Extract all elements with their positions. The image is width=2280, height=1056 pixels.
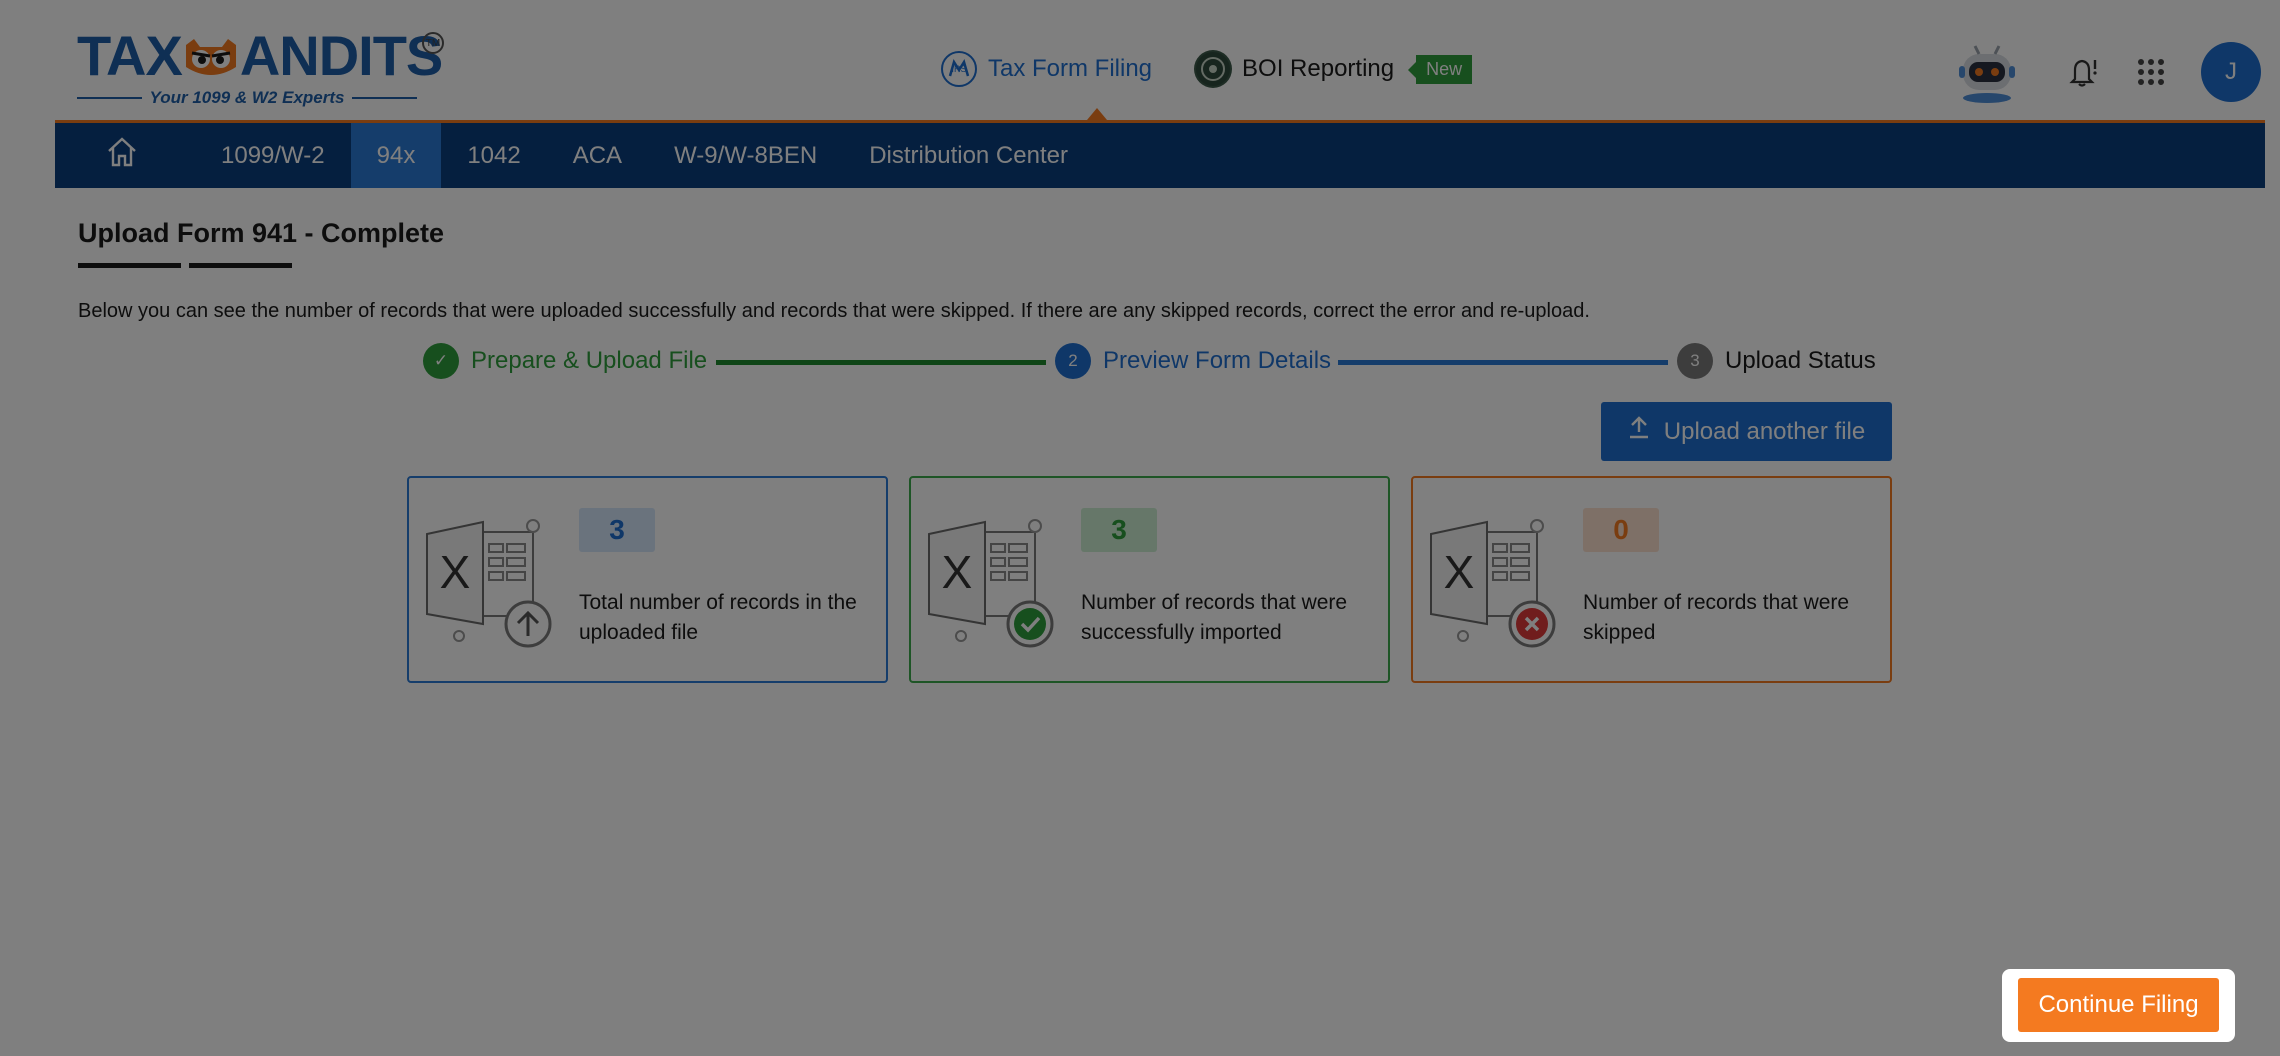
imported-count-badge: 3 [1081, 508, 1157, 552]
total-records-card: X 3 Total number of records in the uploa… [407, 476, 888, 683]
step-connector [1338, 360, 1668, 365]
step-label: Prepare & Upload File [471, 347, 708, 374]
product-switcher: IRS Tax Form Filing BOI Reporting New [940, 50, 1473, 88]
nav-item-w9-w8ben[interactable]: W-9/W-8BEN [648, 123, 843, 188]
nav-item-1099-w2[interactable]: 1099/W-2 [195, 123, 351, 188]
logo-tagline: Your 1099 & W2 Experts [77, 88, 418, 108]
app-grid-icon[interactable] [2131, 52, 2171, 92]
owl-mascot-icon [180, 34, 242, 78]
continue-filing-button[interactable]: Continue Filing [2018, 978, 2219, 1032]
trademark-symbol: TM [422, 32, 444, 54]
intro-text: Below you can see the number of records … [78, 300, 1590, 322]
user-avatar[interactable]: J [2201, 42, 2261, 102]
logo-wordmark: TAX ANDITS [77, 24, 443, 87]
excel-error-icon: X [1427, 514, 1557, 649]
card-description: Number of records that were skipped [1583, 591, 1850, 644]
svg-text:X: X [440, 546, 471, 598]
step-connector [716, 360, 1046, 365]
fincen-seal-icon [1194, 50, 1233, 88]
upload-another-file-label: Upload another file [1663, 417, 1866, 445]
skipped-records-card: X 0 Number of records that were skipped [1411, 476, 1892, 683]
svg-text:X: X [1444, 546, 1475, 598]
excel-upload-icon: X [423, 514, 553, 649]
upload-another-file-button[interactable]: Upload another file [1601, 402, 1892, 461]
step-preview-form: 2 Preview Form Details [1055, 343, 1331, 379]
irs-seal-icon: IRS [940, 50, 978, 88]
step-upload-status: 3 Upload Status [1677, 343, 1876, 379]
progress-stepper: ✓ Prepare & Upload File 2 Preview Form D… [423, 343, 1878, 383]
taxbandits-logo[interactable]: TAX ANDITS TM Your 1099 & W2 Experts [77, 28, 444, 113]
step-label: Upload Status [1725, 347, 1876, 374]
boi-reporting-label: BOI Reporting [1242, 55, 1395, 82]
step-check-icon: ✓ [423, 343, 459, 379]
excel-success-icon: X [925, 514, 1055, 649]
total-count-badge: 3 [579, 508, 655, 552]
step-number: 3 [1677, 343, 1713, 379]
tax-form-filing-link[interactable]: IRS Tax Form Filing [940, 50, 1152, 88]
page-title: Upload Form 941 - Complete [78, 218, 445, 248]
home-icon [105, 135, 139, 176]
nav-item-94x[interactable]: 94x [350, 123, 442, 188]
home-nav-item[interactable] [55, 123, 195, 188]
header-utilities: J [1955, 40, 2261, 104]
main-nav: 1099/W-2 94x 1042 ACA W-9/W-8BEN Distrib… [55, 120, 2265, 188]
upload-icon [1628, 416, 1650, 447]
boi-reporting-link[interactable]: BOI Reporting New [1194, 50, 1473, 88]
step-number: 2 [1055, 343, 1091, 379]
chatbot-icon[interactable] [1955, 40, 2019, 104]
step-label: Preview Form Details [1103, 347, 1332, 374]
skipped-count-badge: 0 [1583, 508, 1659, 552]
card-description: Total number of records in the uploaded … [579, 591, 857, 644]
svg-text:X: X [942, 546, 973, 598]
svg-text:IRS: IRS [951, 64, 966, 74]
continue-filing-highlight: Continue Filing [2002, 969, 2235, 1042]
new-badge: New [1408, 54, 1473, 84]
card-description: Number of records that were successfully… [1081, 591, 1348, 644]
nav-item-distribution-center[interactable]: Distribution Center [843, 123, 1094, 188]
title-underline [78, 263, 292, 268]
nav-item-1042[interactable]: 1042 [441, 123, 546, 188]
active-product-indicator [1087, 108, 1107, 120]
tax-form-filing-label: Tax Form Filing [988, 55, 1153, 82]
nav-item-aca[interactable]: ACA [547, 123, 648, 188]
step-prepare-upload: ✓ Prepare & Upload File [423, 343, 707, 379]
notification-bell-icon[interactable] [2063, 52, 2103, 92]
imported-records-card: X 3 Number of records that were successf… [909, 476, 1390, 683]
